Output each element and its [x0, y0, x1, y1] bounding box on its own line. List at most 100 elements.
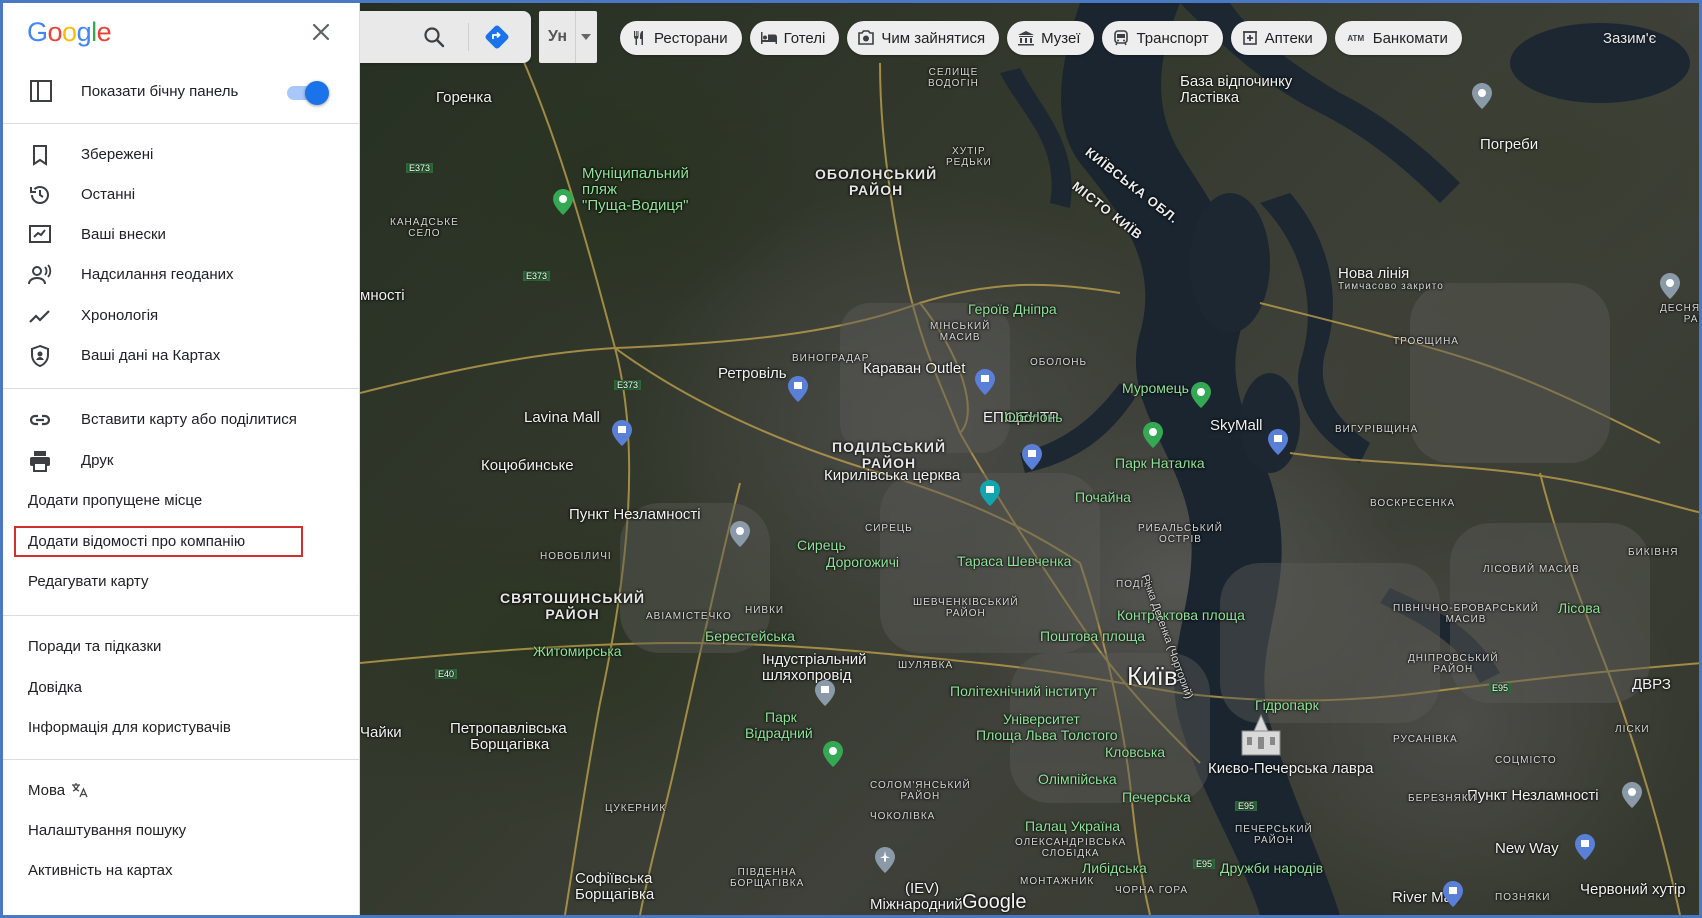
place-label: Ретровіль [718, 365, 787, 382]
place-label: Погреби [1480, 136, 1539, 153]
airport-pin-icon[interactable] [875, 847, 895, 873]
menu-item-saved[interactable]: Збережені [3, 134, 360, 174]
place-label: Києво-Печерська лавра [1208, 760, 1374, 777]
timeline-icon [29, 310, 50, 323]
metro-label: Олімпійська [1038, 771, 1117, 787]
menu-item-timeline[interactable]: Хронологія [3, 295, 360, 335]
show-side-panel-label: Показати бічну панель [81, 83, 239, 100]
area-label: ДЕСНЯНСЬКИЙ РАЙОН [1660, 303, 1701, 325]
chip-label: Ресторани [654, 29, 728, 47]
shopping-pin-icon[interactable] [1575, 834, 1595, 860]
menu-item-edit-map[interactable]: Редагувати карту [3, 561, 360, 601]
camera-icon [857, 29, 875, 47]
chip-pharmacies[interactable]: Аптеки [1230, 21, 1327, 55]
area-label: ЧОРНА ГОРА [1115, 885, 1189, 896]
chip-transit[interactable]: Транспорт [1102, 21, 1223, 55]
menu-item-print[interactable]: Друк [3, 440, 360, 480]
map-layer-switch[interactable]: Ун [539, 11, 597, 63]
history-icon [30, 186, 49, 204]
menu-item-add-missing-place[interactable]: Додати пропущене місце [3, 480, 360, 520]
menu-item-location-sharing[interactable]: Надсилання геоданих [3, 254, 360, 294]
park-pin-icon[interactable] [1143, 422, 1163, 448]
area-label: ХУТІР РЕДЬКИ [946, 146, 992, 168]
district-label: ПОДІЛЬСЬКИЙ РАЙОН [832, 439, 947, 471]
metro-label: Тараса Шевченка [957, 553, 1072, 569]
menu-item-consumer-info[interactable]: Інформація для користувачів [3, 707, 360, 747]
map-pin-icon[interactable] [1622, 782, 1642, 808]
chip-label: Музеї [1041, 29, 1081, 47]
chevron-down-icon[interactable] [581, 34, 591, 40]
chip-museums[interactable]: Музеї [1007, 21, 1095, 55]
menu-item-maps-activity[interactable]: Активність на картах [3, 850, 360, 890]
attraction-pin-icon[interactable] [980, 480, 1000, 506]
shopping-pin-icon[interactable] [1443, 881, 1463, 907]
map-pin-icon[interactable] [730, 521, 750, 547]
search-box[interactable] [360, 11, 531, 63]
shopping-pin-icon[interactable] [612, 420, 632, 446]
menu-item-label: Надсилання геоданих [81, 266, 234, 283]
place-label: Муніципальний [582, 165, 689, 182]
place-label: (IEV) [905, 880, 940, 897]
place-label: New Way [1495, 840, 1559, 857]
area-label: ПІВДЕННА БОРЩАГІВКА [730, 867, 805, 889]
metro-label: Печерська [1122, 789, 1191, 805]
menu-item-embed-share[interactable]: Вставити карту або поділитися [3, 399, 360, 439]
shopping-pin-icon[interactable] [1268, 429, 1288, 455]
area-label: СОЦМІСТО [1495, 755, 1557, 766]
search-icon[interactable] [422, 25, 446, 49]
category-chips: Ресторани Готелі Чим зайнятися Музеї Тра… [620, 21, 1462, 55]
attraction-pin-icon[interactable] [815, 680, 835, 706]
metro-label: Палац Україна [1025, 818, 1121, 834]
area-label: ВИГУРІВЩИНА [1335, 424, 1419, 435]
menu-item-label: Ваші внески [81, 226, 166, 243]
google-logo: Google [27, 17, 112, 47]
road-shield: E95 [1489, 683, 1512, 693]
shopping-pin-icon[interactable] [975, 369, 995, 395]
metro-label: Поштова площа [1040, 628, 1146, 644]
area-label: ЛІСОВИЙ МАСИВ [1483, 564, 1580, 575]
close-icon[interactable] [308, 19, 334, 45]
menu-item-label: Хронологія [81, 307, 159, 324]
chip-things-to-do[interactable]: Чим зайнятися [847, 21, 1000, 55]
landmark-icon[interactable] [1238, 713, 1284, 757]
menu-item-contributions[interactable]: Ваші внески [3, 214, 360, 254]
menu-item-label: Активність на картах [28, 862, 173, 879]
show-side-panel-toggle[interactable] [285, 81, 329, 105]
menu-item-tips[interactable]: Поради та підказки [3, 626, 360, 666]
road-shield: E373 [406, 163, 434, 173]
hotel-icon [760, 29, 778, 47]
contributions-icon [29, 225, 51, 243]
menu-item-search-settings[interactable]: Налаштування пошуку [3, 810, 360, 850]
chip-hotels[interactable]: Готелі [749, 21, 840, 55]
menu-item-recent[interactable]: Останні [3, 174, 360, 214]
metro-label: Оболонь [1005, 409, 1063, 425]
area-label: СИРЕЦЬ [865, 523, 913, 534]
menu-item-your-data[interactable]: Ваші дані на Картах [3, 335, 360, 375]
area-label: ШУЛЯВКА [898, 660, 954, 671]
map-pin-icon[interactable] [1472, 83, 1492, 109]
window-frame: Горенка Муніципальний пляж "Пуща-Водиця"… [0, 0, 1702, 918]
park-pin-icon[interactable] [1191, 382, 1211, 408]
park-pin-icon[interactable] [553, 189, 573, 215]
area-label: ЛІСКИ [1615, 724, 1650, 735]
metro-label: Почайна [1075, 489, 1131, 505]
map-place-label: Зазим'є [1603, 30, 1657, 47]
map-canvas[interactable]: Горенка Муніципальний пляж "Пуща-Водиця"… [360, 3, 1701, 915]
area-label: СОЛОМ'ЯНСЬКИЙ РАЙОН [870, 780, 971, 802]
menu-item-language[interactable]: Мова [3, 770, 360, 810]
shopping-pin-icon[interactable] [1022, 444, 1042, 470]
shopping-pin-icon[interactable] [788, 376, 808, 402]
map-pin-icon[interactable] [1660, 273, 1680, 299]
park-pin-icon[interactable] [823, 741, 843, 767]
menu-item-label: Поради та підказки [28, 638, 162, 655]
metro-label: Контрактова площа [1117, 607, 1245, 623]
chip-restaurants[interactable]: Ресторани [620, 21, 742, 55]
chip-atms[interactable]: ATM Банкомати [1334, 21, 1462, 55]
metro-label: Сирець [797, 537, 846, 553]
area-label: ВИНОГРАДАР [792, 353, 870, 364]
transit-icon [1112, 29, 1130, 47]
menu-item-help[interactable]: Довідка [3, 667, 360, 707]
divider [3, 759, 360, 760]
show-side-panel-row[interactable]: Показати бічну панель [3, 69, 360, 113]
directions-icon[interactable] [484, 24, 510, 50]
